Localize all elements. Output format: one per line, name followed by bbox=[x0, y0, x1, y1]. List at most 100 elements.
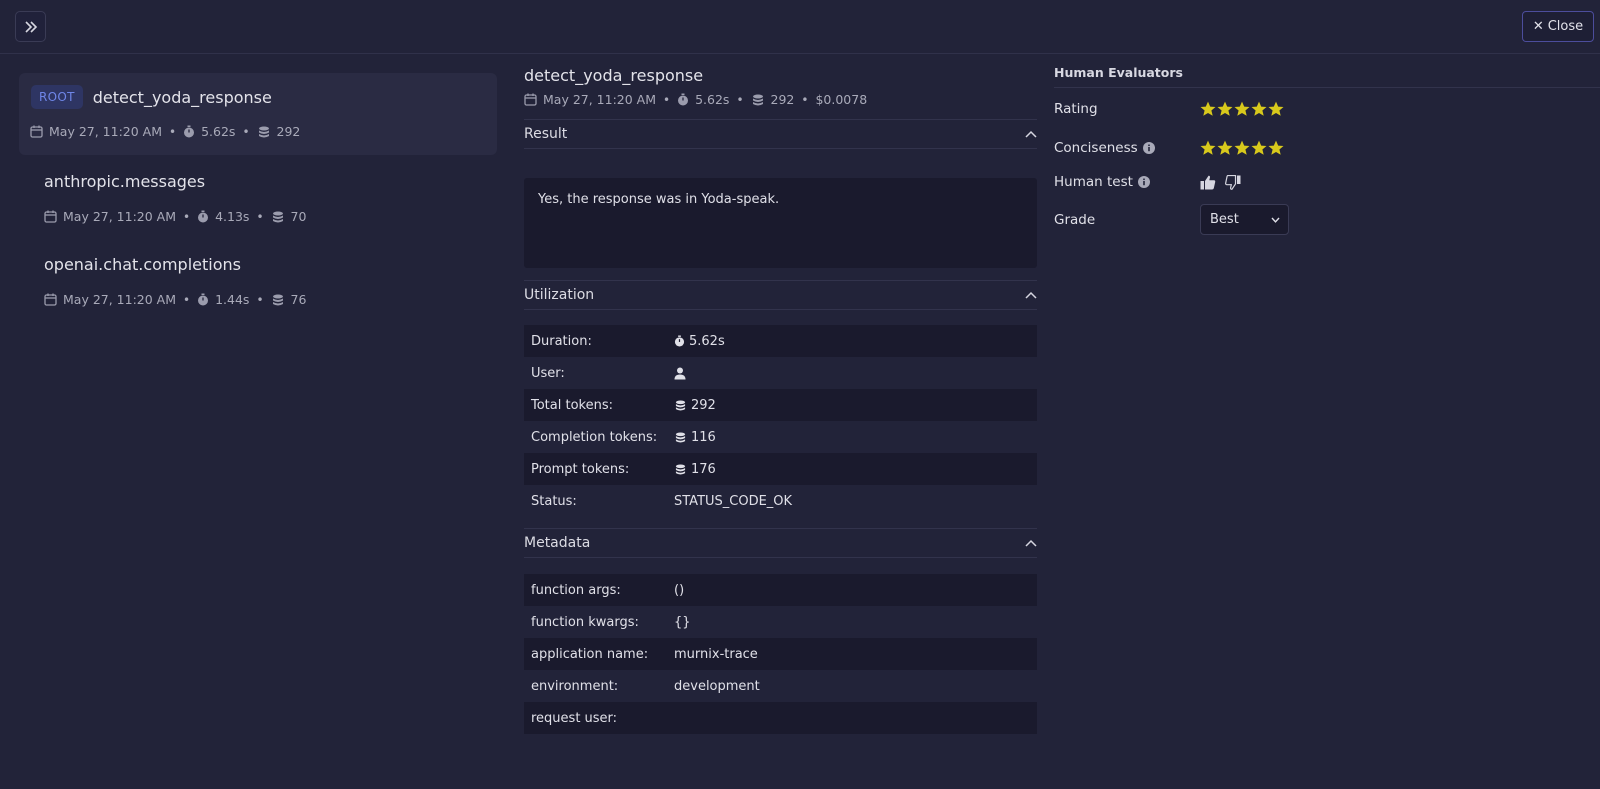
result-heading: Result bbox=[524, 126, 568, 142]
divider bbox=[1054, 87, 1600, 88]
separator-dot: • bbox=[256, 209, 264, 224]
coins-icon bbox=[675, 463, 686, 475]
thumbs-down-icon[interactable] bbox=[1225, 174, 1241, 190]
chevron-up-icon bbox=[1025, 291, 1037, 299]
span-duration: 1.44s bbox=[215, 292, 250, 307]
utilization-value: 176 bbox=[691, 461, 716, 477]
detail-meta: May 27, 11:20 AM • 5.62s • 292 • $0.0078 bbox=[524, 92, 867, 107]
span-tokens: 76 bbox=[290, 292, 307, 307]
span-duration: 4.13s bbox=[215, 209, 250, 224]
separator-dot: • bbox=[736, 92, 744, 107]
thumbs-up-icon[interactable] bbox=[1200, 175, 1216, 190]
utilization-row-user: User: bbox=[524, 357, 1037, 389]
metadata-table: function args: () function kwargs: {} ap… bbox=[524, 574, 1037, 734]
star-icon[interactable] bbox=[1251, 101, 1267, 117]
star-icon[interactable] bbox=[1217, 140, 1233, 156]
expand-panel-button[interactable] bbox=[15, 11, 46, 42]
star-icon[interactable] bbox=[1234, 101, 1250, 117]
utilization-value: 292 bbox=[691, 397, 716, 413]
metadata-heading: Metadata bbox=[524, 535, 591, 551]
stopwatch-icon bbox=[198, 210, 209, 223]
coins-icon bbox=[258, 126, 269, 137]
metadata-key: function args: bbox=[531, 582, 621, 598]
metadata-key: request user: bbox=[531, 710, 618, 726]
metadata-row: function kwargs: {} bbox=[524, 606, 1037, 638]
result-section-header[interactable]: Result bbox=[524, 119, 1037, 149]
double-chevron-right-icon bbox=[24, 20, 37, 33]
detail-duration: 5.62s bbox=[695, 92, 730, 107]
separator-dot: • bbox=[242, 124, 250, 139]
rating-row: Rating bbox=[1054, 101, 1600, 117]
separator-dot: • bbox=[183, 209, 191, 224]
star-icon[interactable] bbox=[1217, 101, 1233, 117]
span-date: May 27, 11:20 AM bbox=[49, 124, 163, 139]
grade-label: Grade bbox=[1054, 211, 1096, 228]
utilization-heading: Utilization bbox=[524, 287, 595, 303]
close-button-label: Close bbox=[1547, 19, 1584, 34]
grade-value: Best bbox=[1210, 212, 1239, 227]
utilization-row-duration: Duration: 5.62s bbox=[524, 325, 1037, 357]
span-name: openai.chat.completions bbox=[44, 255, 241, 274]
star-icon[interactable] bbox=[1200, 101, 1216, 117]
metadata-section-header[interactable]: Metadata bbox=[524, 528, 1037, 558]
grade-select[interactable]: Best bbox=[1200, 204, 1289, 235]
utilization-key: Total tokens: bbox=[531, 397, 613, 413]
star-icon[interactable] bbox=[1234, 140, 1250, 156]
span-item-anthropic[interactable]: anthropic.messages May 27, 11:20 AM • 4.… bbox=[19, 170, 497, 240]
top-bar: ✕ Close bbox=[0, 0, 1600, 54]
detail-cost: $0.0078 bbox=[815, 92, 868, 107]
chevron-up-icon bbox=[1025, 539, 1037, 547]
utilization-key: Status: bbox=[531, 493, 577, 509]
utilization-value: STATUS_CODE_OK bbox=[674, 493, 793, 509]
result-box: Yes, the response was in Yoda-speak. bbox=[524, 178, 1037, 268]
utilization-row-completion-tokens: Completion tokens: 116 bbox=[524, 421, 1037, 453]
utilization-key: Completion tokens: bbox=[531, 429, 658, 445]
utilization-key: User: bbox=[531, 365, 565, 381]
info-icon[interactable] bbox=[1137, 176, 1150, 188]
metadata-key: environment: bbox=[531, 678, 619, 694]
span-meta: May 27, 11:20 AM • 4.13s • 70 bbox=[44, 209, 306, 224]
stopwatch-icon bbox=[198, 293, 209, 306]
result-text: Yes, the response was in Yoda-speak. bbox=[538, 192, 780, 207]
utilization-section-header[interactable]: Utilization bbox=[524, 280, 1037, 310]
span-tokens: 70 bbox=[290, 209, 307, 224]
coins-icon bbox=[272, 211, 283, 222]
metadata-value: murnix-trace bbox=[674, 646, 758, 662]
span-item-root[interactable]: ROOT detect_yoda_response May 27, 11:20 … bbox=[19, 73, 497, 155]
separator-dot: • bbox=[256, 292, 264, 307]
calendar-icon bbox=[30, 125, 43, 138]
conciseness-stars[interactable] bbox=[1200, 140, 1284, 156]
metadata-value: () bbox=[674, 582, 685, 598]
star-icon[interactable] bbox=[1251, 140, 1267, 156]
utilization-key: Prompt tokens: bbox=[531, 461, 630, 477]
info-icon[interactable] bbox=[1142, 142, 1155, 154]
rating-stars[interactable] bbox=[1200, 101, 1284, 117]
star-icon[interactable] bbox=[1268, 101, 1284, 117]
metadata-row: function args: () bbox=[524, 574, 1037, 606]
conciseness-row: Conciseness bbox=[1054, 140, 1600, 156]
span-date: May 27, 11:20 AM bbox=[63, 209, 177, 224]
span-tokens: 292 bbox=[276, 124, 301, 139]
metadata-key: function kwargs: bbox=[531, 614, 639, 630]
utilization-value: 5.62s bbox=[689, 333, 725, 349]
user-icon bbox=[674, 367, 686, 379]
metadata-row: environment: development bbox=[524, 670, 1037, 702]
metadata-row: application name: murnix-trace bbox=[524, 638, 1037, 670]
span-item-openai[interactable]: openai.chat.completions May 27, 11:20 AM… bbox=[19, 253, 497, 323]
span-duration: 5.62s bbox=[201, 124, 236, 139]
star-icon[interactable] bbox=[1268, 140, 1284, 156]
root-badge: ROOT bbox=[31, 85, 83, 109]
span-name: anthropic.messages bbox=[44, 172, 206, 191]
separator-dot: • bbox=[169, 124, 177, 139]
detail-date: May 27, 11:20 AM bbox=[543, 92, 657, 107]
metadata-value: {} bbox=[674, 614, 691, 630]
coins-icon bbox=[675, 399, 686, 411]
human-test-label: Human test bbox=[1054, 174, 1133, 190]
chevron-down-icon bbox=[1271, 217, 1280, 223]
star-icon[interactable] bbox=[1200, 140, 1216, 156]
span-meta: May 27, 11:20 AM • 1.44s • 76 bbox=[44, 292, 306, 307]
metadata-value: development bbox=[674, 678, 760, 694]
coins-icon bbox=[752, 94, 763, 105]
close-button[interactable]: ✕ Close bbox=[1522, 11, 1594, 42]
human-test-row: Human test bbox=[1054, 174, 1600, 190]
